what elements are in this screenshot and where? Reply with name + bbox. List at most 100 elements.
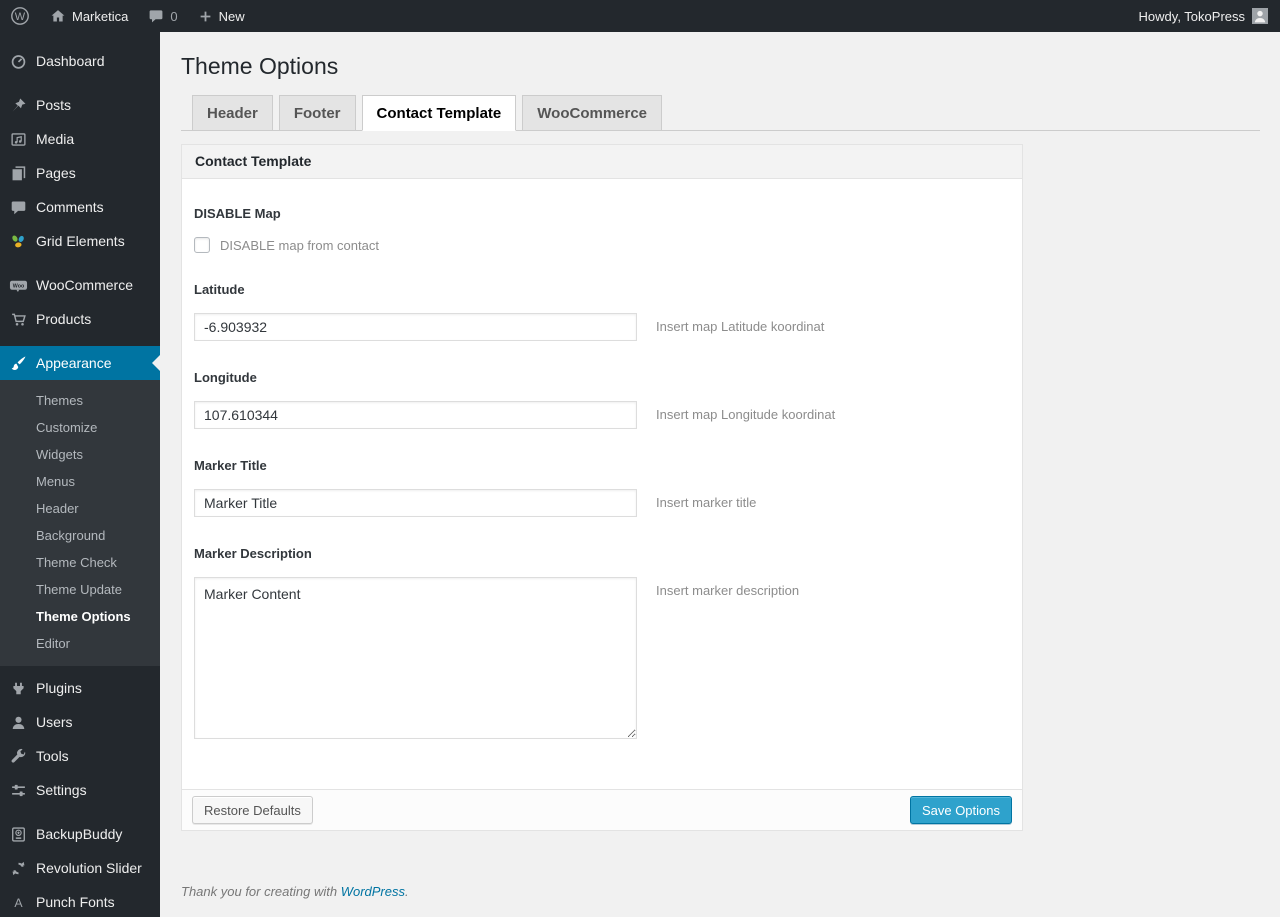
panel-footer: Restore Defaults Save Options <box>182 789 1022 830</box>
woocommerce-icon: Woo <box>8 275 28 295</box>
comment-bubble-icon <box>148 8 164 24</box>
sidebar-item-appearance[interactable]: Appearance <box>0 346 160 380</box>
sidebar-item-pages[interactable]: Pages <box>0 156 160 190</box>
disable-map-checkbox[interactable] <box>194 237 210 253</box>
dashboard-icon <box>8 51 28 71</box>
sidebar-subitem-theme-check[interactable]: Theme Check <box>0 549 160 576</box>
site-name-link[interactable]: Marketica <box>40 0 138 32</box>
comments-icon <box>8 197 28 217</box>
home-icon <box>50 8 66 24</box>
footer-thanks: Thank you for creating with WordPress. <box>181 884 409 899</box>
sidebar-item-punch-fonts[interactable]: A Punch Fonts <box>0 885 160 917</box>
sidebar-item-settings[interactable]: Settings <box>0 773 160 807</box>
restore-defaults-button[interactable]: Restore Defaults <box>192 796 313 824</box>
sidebar-item-label: Comments <box>36 199 104 215</box>
latitude-input[interactable] <box>194 313 637 341</box>
longitude-field: Longitude Insert map Longitude koordinat <box>194 370 1010 429</box>
field-label: Marker Description <box>194 546 312 561</box>
sidebar-subitem-background[interactable]: Background <box>0 522 160 549</box>
sidebar-subitem-editor[interactable]: Editor <box>0 630 160 657</box>
marker-title-input[interactable] <box>194 489 637 517</box>
sidebar-subitem-theme-options[interactable]: Theme Options <box>0 603 160 630</box>
sidebar-item-revolution-slider[interactable]: Revolution Slider <box>0 851 160 885</box>
sidebar-subitem-header[interactable]: Header <box>0 495 160 522</box>
contact-template-panel: Contact Template DISABLE Map DISABLE map… <box>181 144 1023 831</box>
sidebar-item-products[interactable]: Products <box>0 302 160 336</box>
checkbox-label: DISABLE map from contact <box>220 237 379 253</box>
tab-header[interactable]: Header <box>192 95 273 131</box>
sidebar-subitem-widgets[interactable]: Widgets <box>0 441 160 468</box>
svg-text:W: W <box>15 11 26 23</box>
svg-text:Woo: Woo <box>12 283 24 289</box>
disable-map-field: DISABLE Map DISABLE map from contact <box>194 206 1010 253</box>
sidebar-item-backupbuddy[interactable]: BackupBuddy <box>0 817 160 851</box>
field-hint: Insert map Longitude koordinat <box>656 407 836 422</box>
tab-bar: Header Footer Contact Template WooCommer… <box>181 95 1260 131</box>
sidebar-item-tools[interactable]: Tools <box>0 739 160 773</box>
pages-icon <box>8 163 28 183</box>
field-label: DISABLE Map <box>194 206 281 221</box>
wordpress-menu[interactable]: W <box>0 0 40 32</box>
latitude-field: Latitude Insert map Latitude koordinat <box>194 282 1010 341</box>
tab-woocommerce[interactable]: WooCommerce <box>522 95 663 131</box>
admin-bar-left: W Marketica 0 New <box>0 0 255 32</box>
longitude-input[interactable] <box>194 401 637 429</box>
marker-title-field: Marker Title Insert marker title <box>194 458 1010 517</box>
sidebar-item-label: Appearance <box>36 355 112 371</box>
sidebar-subitem-menus[interactable]: Menus <box>0 468 160 495</box>
sidebar-item-posts[interactable]: Posts <box>0 88 160 122</box>
sidebar-item-label: Dashboard <box>36 53 105 69</box>
comments-pending-link[interactable]: 0 <box>138 0 187 32</box>
thanks-prefix: Thank you for creating with <box>181 884 341 899</box>
sidebar-subitem-theme-update[interactable]: Theme Update <box>0 576 160 603</box>
field-label: Latitude <box>194 282 245 297</box>
new-content-menu[interactable]: New <box>188 0 255 32</box>
page-footer: Thank you for creating with WordPress. V… <box>181 884 1280 899</box>
save-options-button[interactable]: Save Options <box>909 796 1012 824</box>
settings-sliders-icon <box>8 780 28 800</box>
menu-group-shop: Woo WooCommerce Products <box>0 268 160 336</box>
site-name-label: Marketica <box>72 8 129 24</box>
backup-drive-icon <box>8 824 28 844</box>
media-icon <box>8 129 28 149</box>
howdy-account-link[interactable]: Howdy, TokoPress <box>1139 9 1245 24</box>
sidebar-item-users[interactable]: Users <box>0 705 160 739</box>
sidebar-subitem-customize[interactable]: Customize <box>0 414 160 441</box>
sidebar-item-label: BackupBuddy <box>36 826 123 842</box>
field-control: Marker Content Insert marker description <box>194 577 1010 739</box>
field-label: Longitude <box>194 370 257 385</box>
wordpress-link[interactable]: WordPress <box>341 884 405 899</box>
sidebar-item-label: Tools <box>36 748 69 764</box>
marker-description-textarea[interactable]: Marker Content <box>194 577 637 739</box>
new-label: New <box>218 8 245 24</box>
sidebar-item-dashboard[interactable]: Dashboard <box>0 44 160 78</box>
sidebar-item-woocommerce[interactable]: Woo WooCommerce <box>0 268 160 302</box>
field-hint: Insert marker description <box>656 583 800 598</box>
sidebar-item-grid-elements[interactable]: Grid Elements <box>0 224 160 258</box>
panel-title: Contact Template <box>182 145 1022 179</box>
menu-group-content: Posts Media Pages Comments Grid Elements <box>0 88 160 258</box>
sidebar-item-label: Plugins <box>36 680 82 696</box>
menu-group-plugins-extra: BackupBuddy Revolution Slider A Punch Fo… <box>0 817 160 917</box>
avatar[interactable] <box>1252 8 1268 24</box>
panel-body: DISABLE Map DISABLE map from contact Lat… <box>182 179 1022 789</box>
thanks-suffix: . <box>405 884 409 899</box>
tab-contact-template[interactable]: Contact Template <box>361 95 517 131</box>
font-letter-icon: A <box>8 892 28 912</box>
sidebar-item-media[interactable]: Media <box>0 122 160 156</box>
sidebar-subitem-themes[interactable]: Themes <box>0 387 160 414</box>
tab-footer[interactable]: Footer <box>278 95 356 131</box>
field-hint: Insert marker title <box>656 495 757 510</box>
sidebar-item-label: WooCommerce <box>36 277 133 293</box>
field-control: Insert marker title <box>194 489 1010 517</box>
sidebar-item-label: Revolution Slider <box>36 860 142 876</box>
refresh-arrows-icon <box>8 858 28 878</box>
pushpin-icon <box>8 95 28 115</box>
sidebar-item-label: Posts <box>36 97 72 113</box>
admin-bar-right: Howdy, TokoPress <box>1139 0 1280 32</box>
checkbox-row: DISABLE map from contact <box>194 237 1010 253</box>
sidebar-item-plugins[interactable]: Plugins <box>0 671 160 705</box>
comment-count: 0 <box>170 8 178 24</box>
field-label: Marker Title <box>194 458 267 473</box>
sidebar-item-comments[interactable]: Comments <box>0 190 160 224</box>
